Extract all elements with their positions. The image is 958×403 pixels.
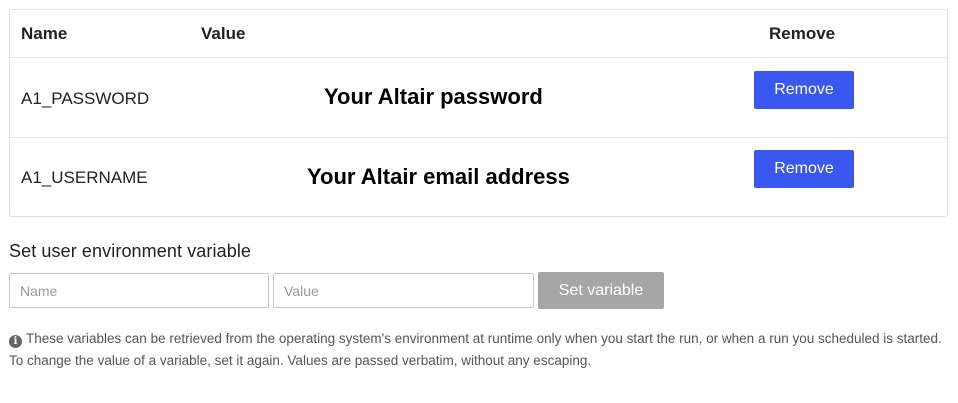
column-header-name: Name (21, 24, 68, 43)
set-variable-button[interactable]: Set variable (538, 272, 664, 309)
variable-value-input[interactable] (273, 273, 534, 308)
table-header-row: Name Value Remove (10, 10, 947, 58)
env-variables-table: Name Value Remove A1_PASSWORD Your Altai… (9, 9, 948, 217)
section-title: Set user environment variable (9, 241, 252, 261)
column-header-value: Value (201, 24, 246, 43)
help-text: i These variables can be retrieved from t… (9, 328, 949, 372)
remove-button[interactable]: Remove (754, 150, 854, 188)
table-row: A1_USERNAME Your Altair email address Re… (10, 138, 947, 217)
table-row: A1_PASSWORD Your Altair password Remove (10, 58, 947, 138)
variable-name: A1_PASSWORD (21, 89, 150, 108)
remove-button[interactable]: Remove (754, 71, 854, 109)
info-circle-icon: i (9, 335, 22, 348)
variable-name-input[interactable] (9, 273, 269, 308)
help-text-change: To change the value of a variable, set i… (9, 353, 592, 368)
help-line-1: i These variables can be retrieved from t… (9, 328, 949, 350)
variable-value: Your Altair email address (307, 164, 570, 189)
help-text-runtime: These variables can be retrieved from th… (26, 331, 942, 346)
variable-value: Your Altair password (324, 84, 543, 109)
column-header-remove: Remove (769, 24, 836, 43)
variable-name: A1_USERNAME (21, 168, 148, 187)
